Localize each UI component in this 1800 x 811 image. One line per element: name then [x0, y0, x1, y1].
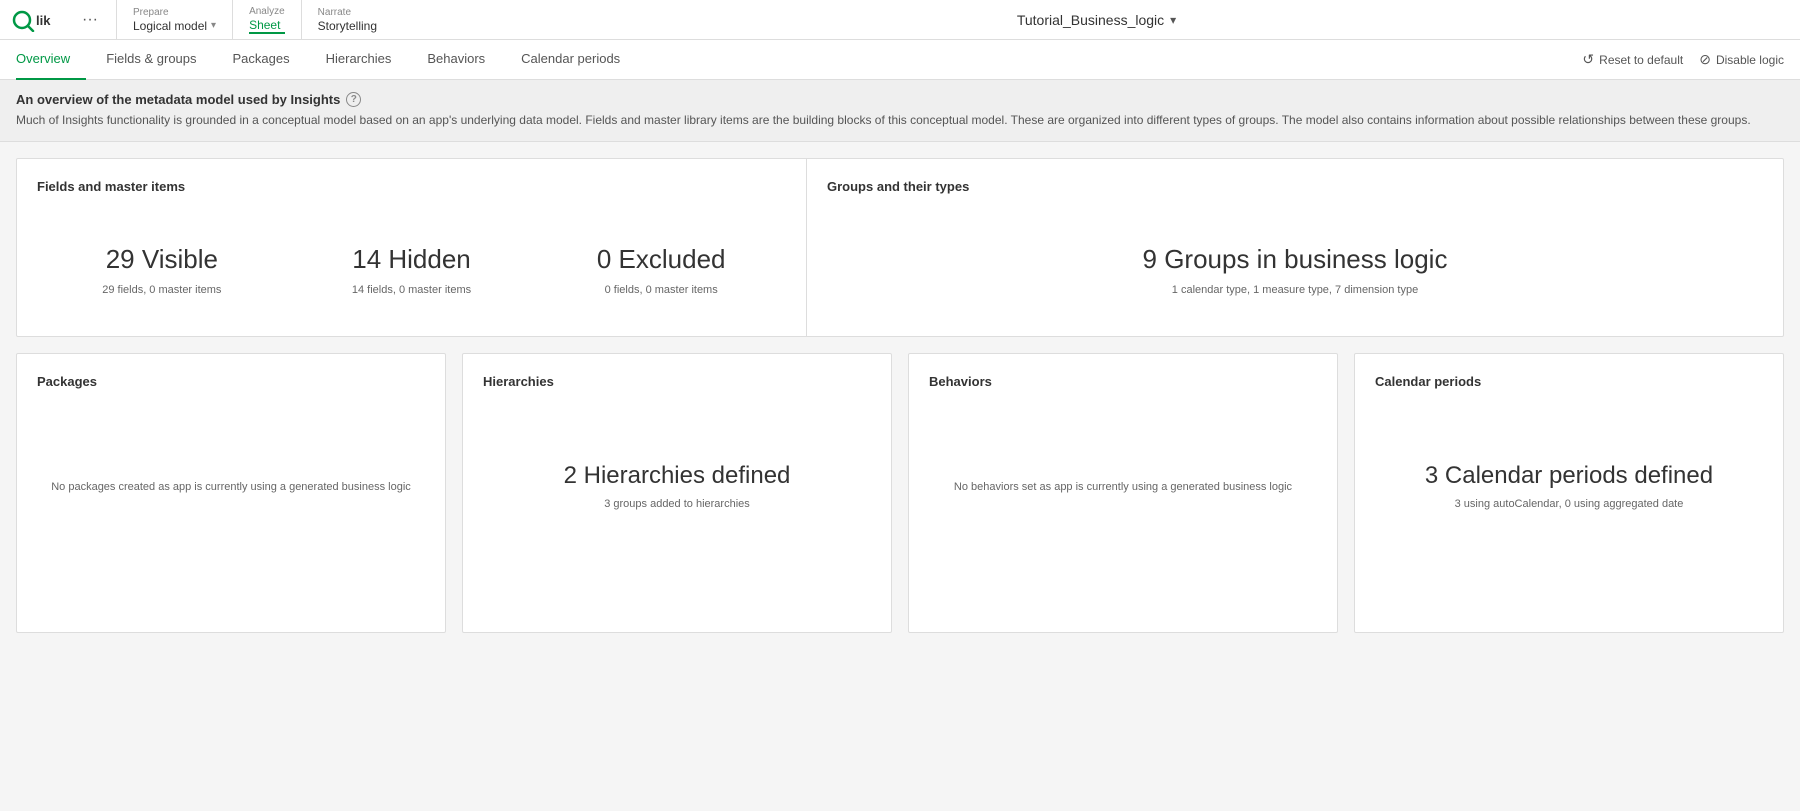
hierarchies-number: 2 Hierarchies defined [564, 462, 791, 490]
hidden-number: 14 Hidden [297, 244, 527, 275]
app-title-area[interactable]: Tutorial_Business_logic ▾ [393, 12, 1800, 28]
narrate-value: Storytelling [318, 19, 377, 33]
packages-description: No packages created as app is currently … [51, 479, 411, 496]
reset-icon: ↺ [1582, 51, 1594, 68]
top-navigation-bar: lik ··· Prepare Logical model ▾ Analyze … [0, 0, 1800, 40]
prepare-chevron: ▾ [211, 20, 216, 31]
groups-number: 9 Groups in business logic [837, 244, 1753, 275]
reset-to-default-button[interactable]: ↺ Reset to default [1582, 51, 1683, 68]
calendar-periods-title: Calendar periods [1375, 374, 1763, 389]
behaviors-title: Behaviors [929, 374, 1317, 389]
analyze-value: Sheet [249, 18, 285, 34]
groups-types-card: Groups and their types 9 Groups in busin… [807, 159, 1783, 336]
tab-fields-groups[interactable]: Fields & groups [90, 40, 212, 80]
hierarchies-card: Hierarchies 2 Hierarchies defined 3 grou… [462, 353, 892, 633]
prepare-value: Logical model ▾ [133, 19, 216, 33]
calendar-periods-number: 3 Calendar periods defined [1425, 462, 1713, 490]
groups-label: 1 calendar type, 1 measure type, 7 dimen… [1172, 284, 1418, 296]
secondary-navigation: Overview Fields & groups Packages Hierar… [0, 40, 1800, 80]
visible-stat: 29 Visible 29 fields, 0 master items [37, 224, 287, 316]
prepare-nav-section[interactable]: Prepare Logical model ▾ [116, 0, 232, 40]
disable-logic-button[interactable]: ⊘ Disable logic [1699, 51, 1784, 68]
excluded-stat: 0 Excluded 0 fields, 0 master items [536, 224, 786, 316]
app-title-dropdown-icon: ▾ [1170, 13, 1176, 27]
calendar-periods-description: 3 using autoCalendar, 0 using aggregated… [1455, 496, 1684, 513]
calendar-periods-card: Calendar periods 3 Calendar periods defi… [1354, 353, 1784, 633]
calendar-periods-content: 3 Calendar periods defined 3 using autoC… [1375, 397, 1763, 577]
analyze-label: Analyze [249, 6, 285, 18]
tab-packages[interactable]: Packages [217, 40, 306, 80]
analyze-nav-section[interactable]: Analyze Sheet [232, 0, 301, 40]
disable-icon: ⊘ [1699, 51, 1711, 68]
behaviors-card: Behaviors No behaviors set as app is cur… [908, 353, 1338, 633]
packages-content: No packages created as app is currently … [37, 397, 425, 577]
main-content: Fields and master items 29 Visible 29 fi… [0, 142, 1800, 649]
row2-cards: Packages No packages created as app is c… [16, 353, 1784, 633]
hidden-label: 14 fields, 0 master items [352, 284, 471, 296]
row1-cards: Fields and master items 29 Visible 29 fi… [16, 158, 1784, 337]
svg-text:lik: lik [36, 13, 51, 28]
info-banner-description: Much of Insights functionality is ground… [16, 111, 1784, 129]
tab-overview[interactable]: Overview [16, 40, 86, 80]
tab-behaviors[interactable]: Behaviors [411, 40, 501, 80]
behaviors-content: No behaviors set as app is currently usi… [929, 397, 1317, 577]
info-banner: An overview of the metadata model used b… [0, 80, 1800, 142]
packages-title: Packages [37, 374, 425, 389]
narrate-nav-section[interactable]: Narrate Storytelling [301, 0, 393, 40]
tab-calendar-periods[interactable]: Calendar periods [505, 40, 636, 80]
more-options-button[interactable]: ··· [76, 6, 104, 34]
hidden-stat: 14 Hidden 14 fields, 0 master items [287, 224, 537, 316]
groups-card-title: Groups and their types [827, 179, 1763, 194]
groups-stat: 9 Groups in business logic 1 calendar ty… [827, 224, 1763, 316]
fields-stats-row: 29 Visible 29 fields, 0 master items 14 … [37, 224, 786, 316]
fields-card-title: Fields and master items [37, 179, 786, 194]
tab-hierarchies[interactable]: Hierarchies [310, 40, 408, 80]
visible-number: 29 Visible [47, 244, 277, 275]
more-icon: ··· [82, 11, 98, 29]
prepare-label: Prepare [133, 7, 216, 19]
hierarchies-description: 3 groups added to hierarchies [604, 496, 750, 513]
qlik-logo: lik [12, 8, 68, 32]
packages-card: Packages No packages created as app is c… [16, 353, 446, 633]
hierarchies-content: 2 Hierarchies defined 3 groups added to … [483, 397, 871, 577]
fields-master-items-card: Fields and master items 29 Visible 29 fi… [17, 159, 807, 336]
narrate-label: Narrate [318, 7, 377, 19]
help-icon[interactable]: ? [346, 92, 361, 107]
excluded-number: 0 Excluded [546, 244, 776, 275]
tab-actions: ↺ Reset to default ⊘ Disable logic [1582, 51, 1784, 68]
excluded-label: 0 fields, 0 master items [605, 284, 718, 296]
groups-stats-row: 9 Groups in business logic 1 calendar ty… [827, 224, 1763, 316]
info-banner-title: An overview of the metadata model used b… [16, 92, 1784, 107]
visible-label: 29 fields, 0 master items [102, 284, 221, 296]
behaviors-description: No behaviors set as app is currently usi… [954, 479, 1292, 496]
hierarchies-title: Hierarchies [483, 374, 871, 389]
app-title: Tutorial_Business_logic [1017, 12, 1164, 28]
